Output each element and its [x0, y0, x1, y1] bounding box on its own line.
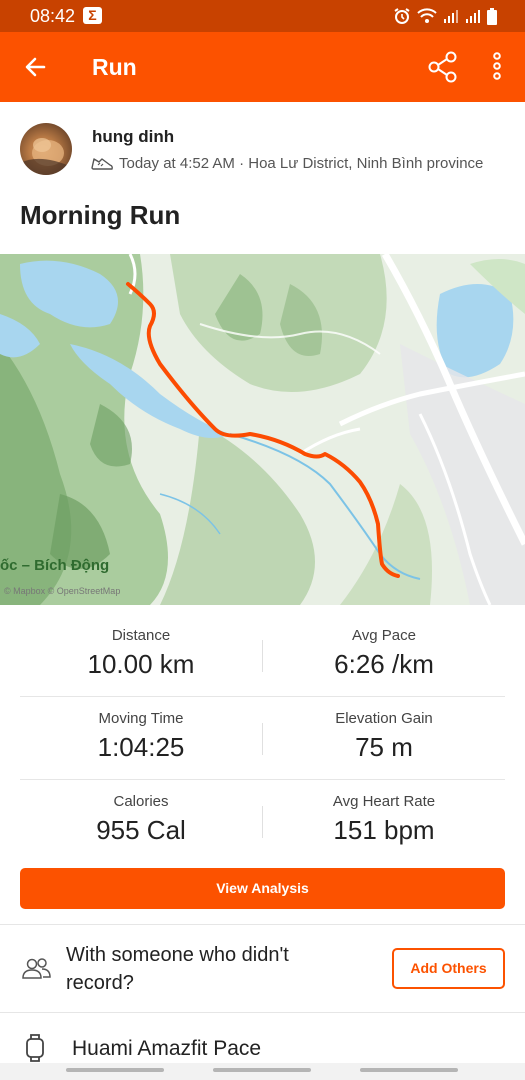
stat-moving-time: Moving Time 1:04:25: [20, 697, 262, 780]
add-others-row: With someone who didn't record? Add Othe…: [0, 925, 525, 1012]
route-map[interactable]: [0, 254, 525, 605]
stat-elevation-gain: Elevation Gain 75 m: [263, 697, 505, 780]
stat-value: 1:04:25: [97, 732, 185, 762]
stat-calories: Calories 955 Cal: [20, 780, 262, 863]
app-bar: Run: [0, 32, 525, 102]
system-nav-bar: [0, 1063, 525, 1080]
status-bar: 08:42 Σ: [0, 0, 525, 32]
stat-distance: Distance 10.00 km: [20, 614, 262, 697]
stat-value: 10.00 km: [87, 649, 195, 679]
activity-meta: Today at 4:52 AM · Hoa Lư District, Ninh…: [90, 154, 483, 172]
stats-row: Calories 955 Cal Avg Heart Rate 151 bpm: [20, 780, 505, 863]
athlete-name[interactable]: hung dinh: [92, 127, 174, 147]
battery-icon: [487, 7, 497, 30]
stat-label: Elevation Gain: [335, 710, 433, 727]
add-others-button[interactable]: Add Others: [392, 948, 505, 989]
stat-label: Avg Pace: [352, 627, 416, 644]
map-attribution[interactable]: © Mapbox © OpenStreetMap: [4, 586, 120, 596]
nav-home-pill[interactable]: [213, 1068, 311, 1072]
stat-value: 151 bpm: [333, 815, 435, 845]
stats-row: Distance 10.00 km Avg Pace 6:26 /km: [20, 614, 505, 697]
avatar[interactable]: [20, 123, 72, 175]
map-place-label: ốc – Bích Động: [0, 557, 110, 574]
page-title: Run: [92, 54, 137, 80]
people-icon: [22, 958, 51, 979]
shoe-icon: [91, 158, 113, 170]
stat-avg-heart-rate: Avg Heart Rate 151 bpm: [263, 780, 505, 863]
activity-title: Morning Run: [20, 200, 181, 230]
stat-value: 955 Cal: [96, 815, 186, 845]
stat-label: Calories: [113, 793, 169, 810]
status-icons: [393, 7, 497, 30]
nav-back-pill[interactable]: [360, 1068, 458, 1072]
stat-value: 6:26 /km: [334, 649, 434, 679]
back-arrow-icon[interactable]: [20, 52, 52, 82]
alarm-icon: [393, 7, 411, 30]
stat-value: 75 m: [355, 732, 413, 762]
watch-icon: [26, 1034, 44, 1062]
stat-label: Moving Time: [98, 710, 184, 727]
device-row: Huami Amazfit Pace: [0, 1013, 525, 1068]
others-prompt: With someone who didn't record?: [66, 944, 289, 994]
activity-header: hung dinh Today at 4:52 AM · Hoa Lư Dist…: [0, 102, 525, 254]
signal-icon: [465, 8, 481, 29]
stats-grid: Distance 10.00 km Avg Pace 6:26 /km Movi…: [20, 614, 505, 863]
stat-label: Distance: [111, 627, 171, 644]
more-vertical-icon[interactable]: [486, 50, 508, 84]
app-notification-icon: Σ: [83, 7, 102, 24]
nav-recents-pill[interactable]: [66, 1068, 164, 1072]
activity-date-location: Today at 4:52 AM · Hoa Lư District, Ninh…: [119, 154, 484, 172]
signal-icon: [443, 8, 459, 29]
share-icon[interactable]: [426, 50, 460, 84]
wifi-icon: [417, 8, 437, 29]
status-time: 08:42: [30, 6, 76, 26]
stats-row: Moving Time 1:04:25 Elevation Gain 75 m: [20, 697, 505, 780]
device-name: Huami Amazfit Pace: [72, 1037, 262, 1060]
stat-label: Avg Heart Rate: [332, 793, 436, 810]
view-analysis-button[interactable]: View Analysis: [20, 868, 505, 909]
stat-avg-pace: Avg Pace 6:26 /km: [263, 614, 505, 697]
